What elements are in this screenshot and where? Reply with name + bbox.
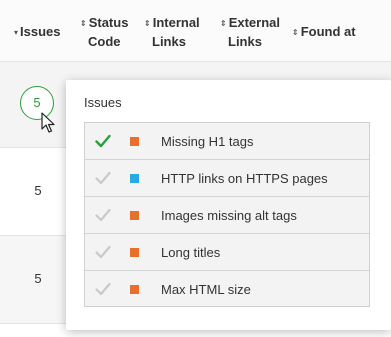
sort-icon: ⇕ <box>144 19 151 28</box>
column-header-internal-label-2: Links <box>152 34 186 49</box>
column-header-status-label-2: Code <box>88 34 121 49</box>
color-swatch <box>130 211 139 220</box>
column-header-issues[interactable]: ▾ Issues <box>14 23 61 42</box>
column-header-status-code[interactable]: ⇕ Status Code <box>80 14 128 50</box>
issue-label: HTTP links on HTTPS pages <box>161 171 328 186</box>
list-item[interactable]: Max HTML size <box>85 271 369 308</box>
mouse-cursor-icon <box>41 112 55 133</box>
column-header-status-label-1: Status <box>88 15 129 30</box>
column-header-found-at[interactable]: ⇕ Found at <box>292 23 356 42</box>
check-icon <box>95 245 111 259</box>
check-icon <box>95 208 111 222</box>
issue-label: Max HTML size <box>161 282 251 297</box>
issue-label: Long titles <box>161 245 221 260</box>
check-icon <box>95 282 111 296</box>
issue-label: Images missing alt tags <box>161 208 297 223</box>
check-icon <box>95 171 111 185</box>
issue-list: Missing H1 tags HTTP links on HTTPS page… <box>84 122 370 307</box>
column-header-internal-links[interactable]: ⇕ Internal Links <box>144 14 200 50</box>
column-header-external-label-2: Links <box>228 34 262 49</box>
column-header-external-links[interactable]: ⇕ External Links <box>220 14 280 50</box>
column-header-external-label-1: External <box>228 15 281 30</box>
check-icon <box>95 134 111 148</box>
list-item[interactable]: HTTP links on HTTPS pages <box>85 160 369 197</box>
popover-title: Issues <box>84 95 122 110</box>
issues-count[interactable]: 5 <box>24 271 52 286</box>
list-item[interactable]: Missing H1 tags <box>85 123 369 160</box>
column-header-found-label: Found at <box>300 24 356 39</box>
list-item[interactable]: Long titles <box>85 234 369 271</box>
list-item[interactable]: Images missing alt tags <box>85 197 369 234</box>
color-swatch <box>130 248 139 257</box>
sort-icon: ⇕ <box>292 28 299 37</box>
sort-icon: ▾ <box>14 28 19 37</box>
color-swatch <box>130 174 139 183</box>
table-header: ▾ Issues ⇕ Status Code ⇕ Internal Links ⇕ Ex… <box>0 0 391 62</box>
sort-icon: ⇕ <box>220 19 227 28</box>
issue-label: Missing H1 tags <box>161 134 254 149</box>
color-swatch <box>130 137 139 146</box>
issues-count[interactable]: 5 <box>24 183 52 198</box>
sort-icon: ⇕ <box>80 19 87 28</box>
column-header-issues-label: Issues <box>20 24 61 39</box>
issues-popover: Issues Missing H1 tags HTTP links on HTT… <box>66 80 391 330</box>
column-header-internal-label-1: Internal <box>152 15 200 30</box>
color-swatch <box>130 285 139 294</box>
